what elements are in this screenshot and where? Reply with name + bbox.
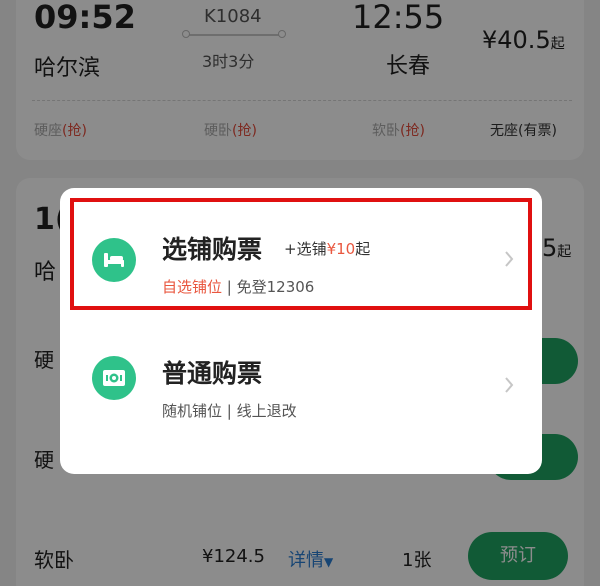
option-normal-ticket[interactable]: 普通购票 随机铺位 | 线上退改 (74, 336, 528, 454)
highlight-box (70, 198, 532, 310)
option-normal-ticket-title: 普通购票 (162, 359, 263, 388)
ticket-icon (92, 356, 136, 400)
option-normal-ticket-subtitle: 随机铺位 | 线上退改 (162, 402, 297, 420)
chevron-right-icon (504, 376, 514, 399)
purchase-type-dialog: 选铺购票 +选铺¥10起 自选铺位 | 免登12306 普通购票 随机铺位 | … (60, 188, 542, 474)
